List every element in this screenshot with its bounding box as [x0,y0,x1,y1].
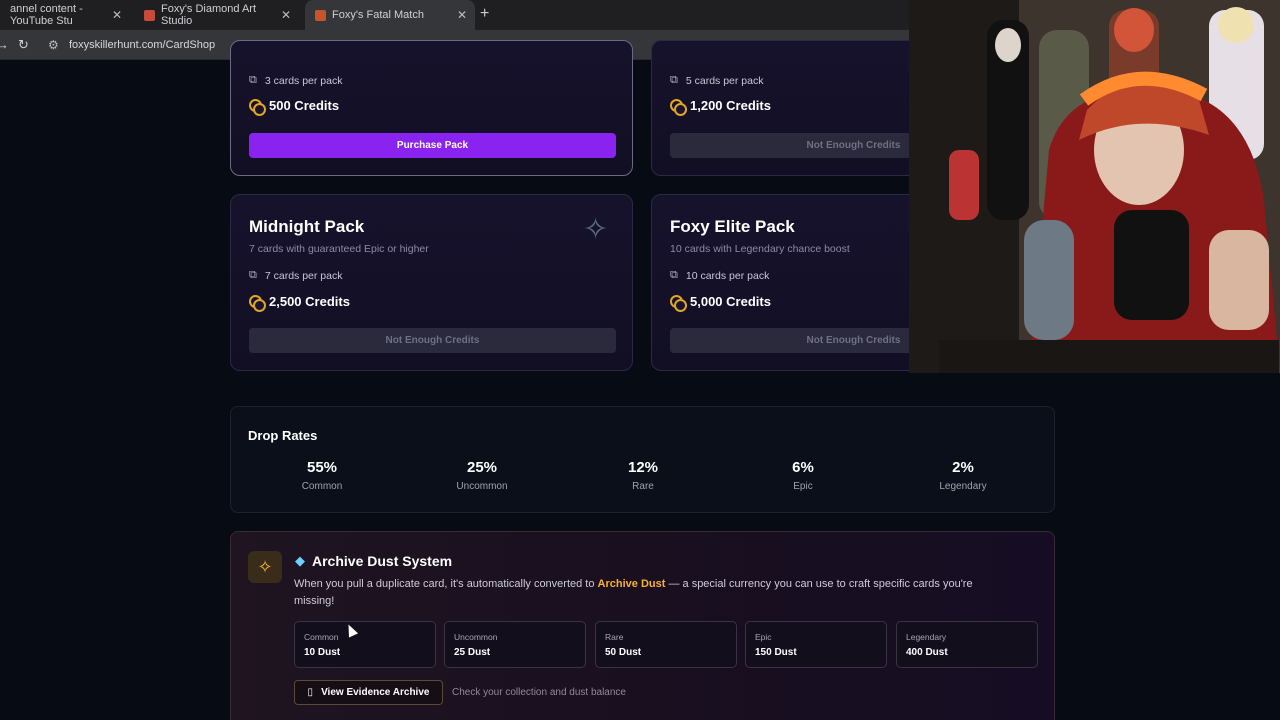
pack-price: 2,500 Credits [249,294,350,312]
cards-per-pack-label: 10 cards per pack [685,269,770,282]
tab-title: annel content - YouTube Stu [10,3,83,27]
sparkle-icon: ✧ [248,551,282,583]
cards-per-pack-label: 3 cards per pack [264,74,343,87]
not-enough-credits-button[interactable]: Not Enough Credits [249,328,616,353]
url-field[interactable]: foxyskillerhunt.com/CardShop [69,39,215,51]
pack-price: 500 Credits [249,98,340,116]
tab-diamond-art[interactable]: Foxy's Diamond Art Studio ✕ [134,0,299,30]
tier-name: Legendary [906,632,947,642]
close-tab-icon[interactable]: ✕ [281,8,291,22]
coin-icon [670,99,687,116]
gem-icon: ◆ [295,553,305,568]
rate-percent: 2% [952,459,974,476]
tier-value: 50 Dust [605,647,642,658]
rate-label: Legendary [939,481,987,492]
pack-price-label: 5,000 Credits [690,294,771,309]
dust-tier-legendary: Legendary 400 Dust [896,621,1038,668]
cards-per-pack-label: 7 cards per pack [264,269,343,282]
rate-label: Epic [793,481,813,492]
cards-per-pack-label: 5 cards per pack [685,74,764,87]
coin-icon [670,295,687,312]
cards-per-pack: ⧉ 7 cards per pack [249,269,342,282]
rate-uncommon: 25% Uncommon [422,459,542,492]
view-evidence-archive-button[interactable]: ▯ View Evidence Archive [294,680,443,705]
site-info-icon[interactable]: ⚙ [48,38,59,52]
book-icon: ▯ [307,687,314,698]
archive-dust-heading: ◆ Archive Dust System [295,553,452,569]
rate-percent: 25% [466,459,498,476]
close-tab-icon[interactable]: ✕ [457,8,467,22]
favicon-icon [315,9,326,21]
tier-value: 10 Dust [304,647,341,658]
rate-legendary: 2% Legendary [903,459,1023,492]
button-label: View Evidence Archive [321,687,430,698]
reload-icon[interactable]: ↻ [18,37,29,53]
drop-rates-panel: Drop Rates 55% Common 25% Uncommon 12% R… [230,406,1055,513]
dust-tier-epic: Epic 150 Dust [745,621,887,668]
tier-name: Uncommon [454,632,498,642]
archive-dust-description: When you pull a duplicate card, it's aut… [294,576,1014,610]
archive-dust-highlight: Archive Dust [597,578,666,590]
tier-value: 25 Dust [454,647,491,658]
cards-per-pack: ⧉ 10 cards per pack [670,269,769,282]
purchase-pack-button[interactable]: Purchase Pack [249,133,616,158]
rate-common: 55% Common [262,459,382,492]
rate-percent: 6% [792,459,814,476]
favicon-icon [144,9,155,21]
tier-name: Common [304,632,339,642]
rate-epic: 6% Epic [743,459,863,492]
tab-fatal-match[interactable]: Foxy's Fatal Match ✕ [305,0,475,30]
pack-price: 1,200 Credits [670,98,771,116]
tab-title: Foxy's Diamond Art Studio [161,3,257,27]
back-icon[interactable]: → [0,37,9,52]
pack-price-label: 2,500 Credits [269,294,350,309]
sparkle-icon: ✧ [583,213,609,246]
pack-price: 5,000 Credits [670,294,771,312]
cards-icon: ⧉ [249,269,257,281]
archive-hint: Check your collection and dust balance [452,687,626,698]
cards-per-pack: ⧉ 3 cards per pack [249,74,342,87]
rate-rare: 12% Rare [583,459,703,492]
pack-price-label: 500 Credits [269,98,340,113]
rate-percent: 12% [627,459,659,476]
drop-rates-title: Drop Rates [248,428,318,443]
pack-card-midnight: Midnight Pack 7 cards with guaranteed Ep… [230,194,633,371]
pack-subtitle: 10 cards with Legendary chance boost [670,243,850,255]
tier-name: Epic [755,632,772,642]
description-text: When you pull a duplicate card, it's aut… [294,578,598,590]
tier-value: 400 Dust [906,647,948,658]
cards-icon: ⧉ [670,269,678,281]
rate-percent: 55% [306,459,338,476]
pack-card: ⧉ 3 cards per pack 500 Credits Purchase … [230,40,633,176]
cards-per-pack: ⧉ 5 cards per pack [670,74,763,87]
archive-dust-title: Archive Dust System [312,553,453,569]
new-tab-icon[interactable]: + [480,5,489,23]
close-tab-icon[interactable]: ✕ [112,8,122,22]
pack-subtitle: 7 cards with guaranteed Epic or higher [249,243,429,255]
tier-value: 150 Dust [755,647,797,658]
coin-icon [249,99,266,116]
tier-name: Rare [605,632,624,642]
cards-icon: ⧉ [249,74,257,86]
rate-label: Rare [632,481,654,492]
dust-tier-rare: Rare 50 Dust [595,621,737,668]
pack-title: Midnight Pack [249,217,365,236]
dust-tier-uncommon: Uncommon 25 Dust [444,621,586,668]
pack-price-label: 1,200 Credits [690,98,771,113]
rate-label: Uncommon [456,481,508,492]
tab-youtube-studio[interactable]: annel content - YouTube Stu ✕ [0,0,130,30]
webcam-scene [909,0,1280,373]
pack-title: Foxy Elite Pack [670,217,795,236]
cards-icon: ⧉ [670,74,678,86]
dust-tier-common: Common 10 Dust [294,621,436,668]
tab-title: Foxy's Fatal Match [332,9,424,21]
rate-label: Common [301,481,343,492]
webcam-overlay [909,0,1280,373]
coin-icon [249,295,266,312]
